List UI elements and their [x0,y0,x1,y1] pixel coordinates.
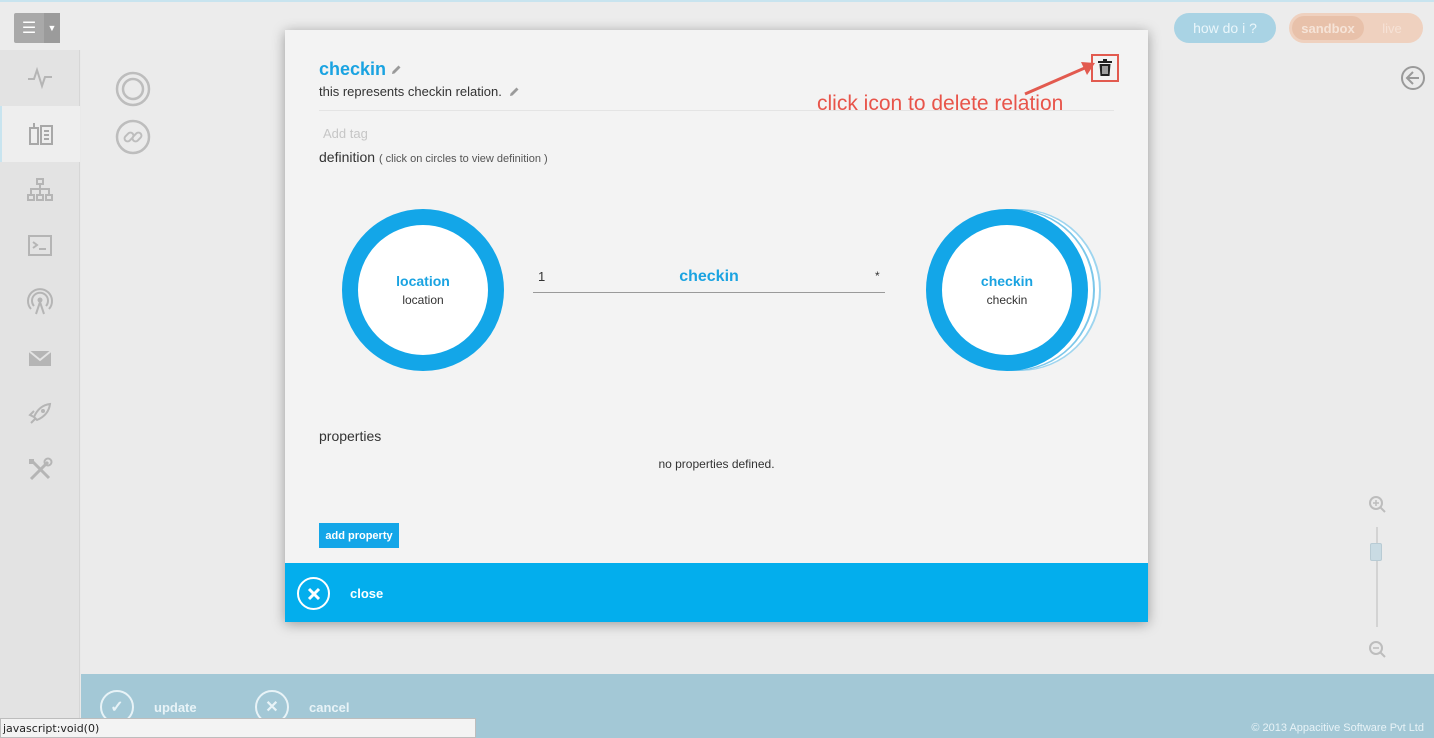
app-menu-button[interactable]: ☰ ▼ [14,13,60,43]
relation-title[interactable]: checkin [319,59,386,80]
chevron-down-icon: ▼ [44,13,60,43]
endpoint-a-circle[interactable]: location location [342,209,504,371]
list-icon: ☰ [21,20,37,37]
console-icon [28,235,52,256]
sidebar-item-deploy[interactable] [0,386,80,442]
definition-heading: definition ( click on circles to view de… [319,149,548,165]
close-icon [297,577,330,610]
endpoint-b-circle[interactable]: checkin checkin [926,209,1088,371]
pencil-icon[interactable] [390,64,402,76]
zoom-slider-handle[interactable] [1370,543,1382,561]
properties-heading: properties [319,428,382,444]
no-properties-message: no properties defined. [658,457,775,471]
how-do-i-button[interactable]: how do i ? [1174,13,1276,43]
definition-hint: ( click on circles to view definition ) [378,153,548,165]
endpoint-b-type: checkin [986,293,1028,307]
endpoint-b-name: checkin [980,273,1034,289]
sidebar-item-hierarchy[interactable] [0,162,80,218]
mail-icon [28,350,52,366]
sidebar-item-activity[interactable] [0,50,80,106]
arrow-left-icon[interactable] [1400,65,1426,91]
broadcast-icon [27,288,53,315]
relation-line [533,292,885,293]
sidebar-item-console[interactable] [0,218,80,274]
env-sandbox-option[interactable]: sandbox [1292,16,1364,40]
zoom-in-icon[interactable] [1368,495,1386,513]
multiplicity-b: * [875,269,880,283]
copyright: © 2013 Appacitive Software Pvt Ltd [1251,722,1424,734]
schema-icon [29,123,53,145]
rocket-icon [28,402,52,424]
hierarchy-icon [27,178,53,201]
link-icon[interactable] [115,119,151,155]
relation-description[interactable]: this represents checkin relation. [319,84,502,99]
relation-dialog: checkin this represents checkin relation… [285,30,1148,622]
zoom-out-icon[interactable] [1368,640,1386,658]
env-live-option[interactable]: live [1364,21,1420,36]
endpoint-a-type: location [402,293,444,307]
relation-description-group: this represents checkin relation. [319,84,520,99]
add-property-button[interactable]: add property [319,523,399,548]
sidebar-item-settings[interactable] [0,442,80,498]
trash-icon [1098,59,1112,76]
endpoint-a-name: location [396,273,450,289]
dialog-footer: close [285,563,1148,622]
relation-name: checkin [679,268,739,285]
sidebar [0,50,80,738]
pencil-icon[interactable] [508,86,520,98]
browser-status-bar: javascript:void(0) [0,718,476,738]
sidebar-item-broadcast[interactable] [0,274,80,330]
relation-title-group: checkin [319,59,402,80]
activity-icon [28,66,52,90]
sidebar-item-mail[interactable] [0,330,80,386]
update-label: update [154,699,197,715]
close-label: close [350,586,384,601]
add-tag-input[interactable]: Add tag [323,126,368,141]
cancel-label: cancel [309,699,350,715]
zoom-slider-track[interactable] [1376,527,1378,627]
environment-toggle[interactable]: sandbox live [1289,13,1423,43]
add-node-icon[interactable] [115,71,151,107]
definition-label: definition [319,149,376,165]
tools-icon [29,457,53,481]
sidebar-item-schema[interactable] [0,106,80,162]
close-button[interactable]: close [297,577,383,610]
annotation-text: click icon to delete relation [817,92,1064,115]
